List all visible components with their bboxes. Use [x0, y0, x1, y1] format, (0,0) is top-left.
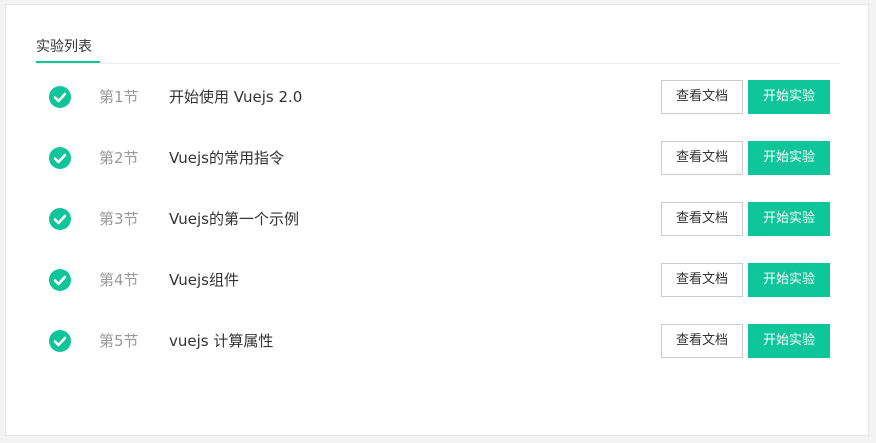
lab-row: 第3节 Vuejs的第一个示例 查看文档 开始实验	[36, 202, 840, 236]
section-number: 第3节	[99, 210, 139, 228]
completed-check-icon	[49, 269, 71, 291]
start-lab-button[interactable]: 开始实验	[748, 324, 830, 358]
tab-bar: 实验列表	[36, 35, 840, 64]
lab-row: 第1节 开始使用 Vuejs 2.0 查看文档 开始实验	[36, 80, 840, 114]
section-number: 第1节	[99, 88, 139, 106]
view-docs-button[interactable]: 查看文档	[661, 324, 743, 358]
view-docs-button[interactable]: 查看文档	[661, 202, 743, 236]
completed-check-icon	[49, 86, 71, 108]
start-lab-button[interactable]: 开始实验	[748, 141, 830, 175]
start-lab-button[interactable]: 开始实验	[748, 80, 830, 114]
lab-title[interactable]: Vuejs组件	[169, 263, 239, 297]
lab-row: 第2节 Vuejs的常用指令 查看文档 开始实验	[36, 141, 840, 175]
lab-title[interactable]: Vuejs的常用指令	[169, 141, 284, 175]
lab-list-panel: 实验列表 第1节 开始使用 Vuejs 2.0 查看文档 开始实验 第2节 Vu…	[5, 4, 869, 436]
tab-lab-list[interactable]: 实验列表	[36, 35, 100, 63]
start-lab-button[interactable]: 开始实验	[748, 263, 830, 297]
section-number: 第5节	[99, 332, 139, 350]
view-docs-button[interactable]: 查看文档	[661, 263, 743, 297]
completed-check-icon	[49, 330, 71, 352]
section-number: 第4节	[99, 271, 139, 289]
lab-title[interactable]: Vuejs的第一个示例	[169, 202, 299, 236]
completed-check-icon	[49, 208, 71, 230]
lab-title[interactable]: 开始使用 Vuejs 2.0	[169, 80, 302, 114]
lab-row: 第5节 vuejs 计算属性 查看文档 开始实验	[36, 324, 840, 358]
lab-row: 第4节 Vuejs组件 查看文档 开始实验	[36, 263, 840, 297]
view-docs-button[interactable]: 查看文档	[661, 80, 743, 114]
completed-check-icon	[49, 147, 71, 169]
start-lab-button[interactable]: 开始实验	[748, 202, 830, 236]
lab-title[interactable]: vuejs 计算属性	[169, 324, 273, 358]
section-number: 第2节	[99, 149, 139, 167]
view-docs-button[interactable]: 查看文档	[661, 141, 743, 175]
